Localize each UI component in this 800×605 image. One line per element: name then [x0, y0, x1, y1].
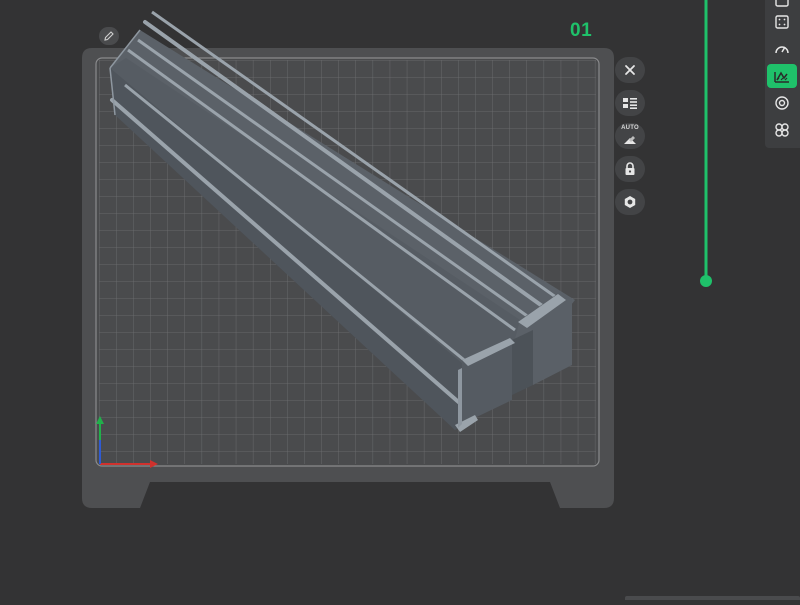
edit-plate-button[interactable]: [99, 27, 119, 45]
view-all-button[interactable]: [767, 118, 797, 142]
arrange-objects-button[interactable]: [615, 90, 645, 116]
gear-icon: [624, 196, 636, 208]
auto-orient-icon: [624, 136, 636, 144]
lock-icon: [625, 162, 635, 175]
target-icon: [775, 96, 789, 110]
build-plate-scene[interactable]: [0, 0, 800, 600]
list-icon: [623, 98, 637, 109]
auto-label: AUTO: [621, 125, 639, 131]
panel-icon: [775, 0, 789, 7]
view-target-button[interactable]: [767, 91, 797, 115]
bottom-panel-edge: [625, 596, 800, 600]
view-toolbar: [765, 0, 800, 148]
plate-number-label: 01: [570, 20, 593, 41]
layers-view-button[interactable]: [767, 10, 797, 34]
3d-viewport[interactable]: [0, 0, 800, 600]
pencil-icon: [104, 31, 114, 41]
slice-preview-icon: [774, 71, 789, 83]
auto-orient-button[interactable]: AUTO: [615, 123, 645, 149]
layer-slider-handle: [700, 275, 712, 287]
speed-view-button[interactable]: [767, 37, 797, 61]
preview-mode-button[interactable]: [767, 64, 797, 88]
lock-plate-button[interactable]: [615, 156, 645, 182]
plate-settings-button[interactable]: [615, 189, 645, 215]
cluster-icon: [775, 123, 789, 137]
grid-panel-icon: [775, 15, 789, 29]
gauge-icon: [775, 46, 789, 54]
close-plate-button[interactable]: [615, 57, 645, 83]
layer-slider-track: [700, 0, 712, 287]
layer-range-slider[interactable]: [699, 0, 713, 290]
close-icon: [625, 65, 635, 75]
